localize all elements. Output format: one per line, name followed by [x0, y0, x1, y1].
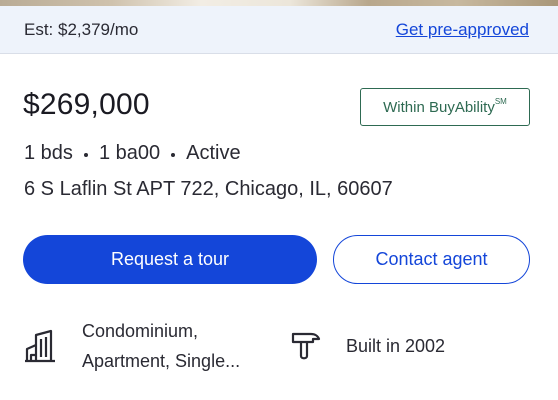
- buyability-mark: SM: [494, 96, 507, 106]
- buyability-badge[interactable]: Within BuyAbility SM: [360, 88, 530, 126]
- home-type-line-2: Apartment, Single...: [82, 351, 241, 371]
- request-tour-button[interactable]: Request a tour: [23, 235, 317, 284]
- estimate-bar: Est: $2,379/mo Get pre-approved: [0, 6, 558, 54]
- contact-agent-button[interactable]: Contact agent: [333, 235, 530, 284]
- hammer-icon: [286, 326, 326, 366]
- buyability-label: Within BuyAbility: [383, 98, 495, 116]
- listing-price: $269,000: [23, 88, 150, 121]
- building-icon: [20, 326, 60, 366]
- beds-count: 1 bds: [24, 142, 73, 164]
- separator-dot: [83, 152, 88, 157]
- listing-address: 6 S Laflin St APT 722, Chicago, IL, 6060…: [24, 178, 393, 200]
- home-type-detail: Condominium, Apartment, Single...: [20, 316, 272, 376]
- monthly-estimate: Est: $2,379/mo: [24, 20, 139, 39]
- year-built-detail: Built in 2002: [286, 326, 445, 366]
- home-type-line-1: Condominium,: [82, 321, 199, 341]
- year-built-text: Built in 2002: [346, 336, 446, 356]
- listing-status: Active: [186, 142, 241, 164]
- baths-count: 1 ba00: [98, 142, 161, 164]
- get-preapproved-link[interactable]: Get pre-approved: [396, 20, 529, 40]
- separator-dot: [171, 152, 176, 157]
- listing-facts: 1 bds 1 ba00 Active: [24, 142, 241, 165]
